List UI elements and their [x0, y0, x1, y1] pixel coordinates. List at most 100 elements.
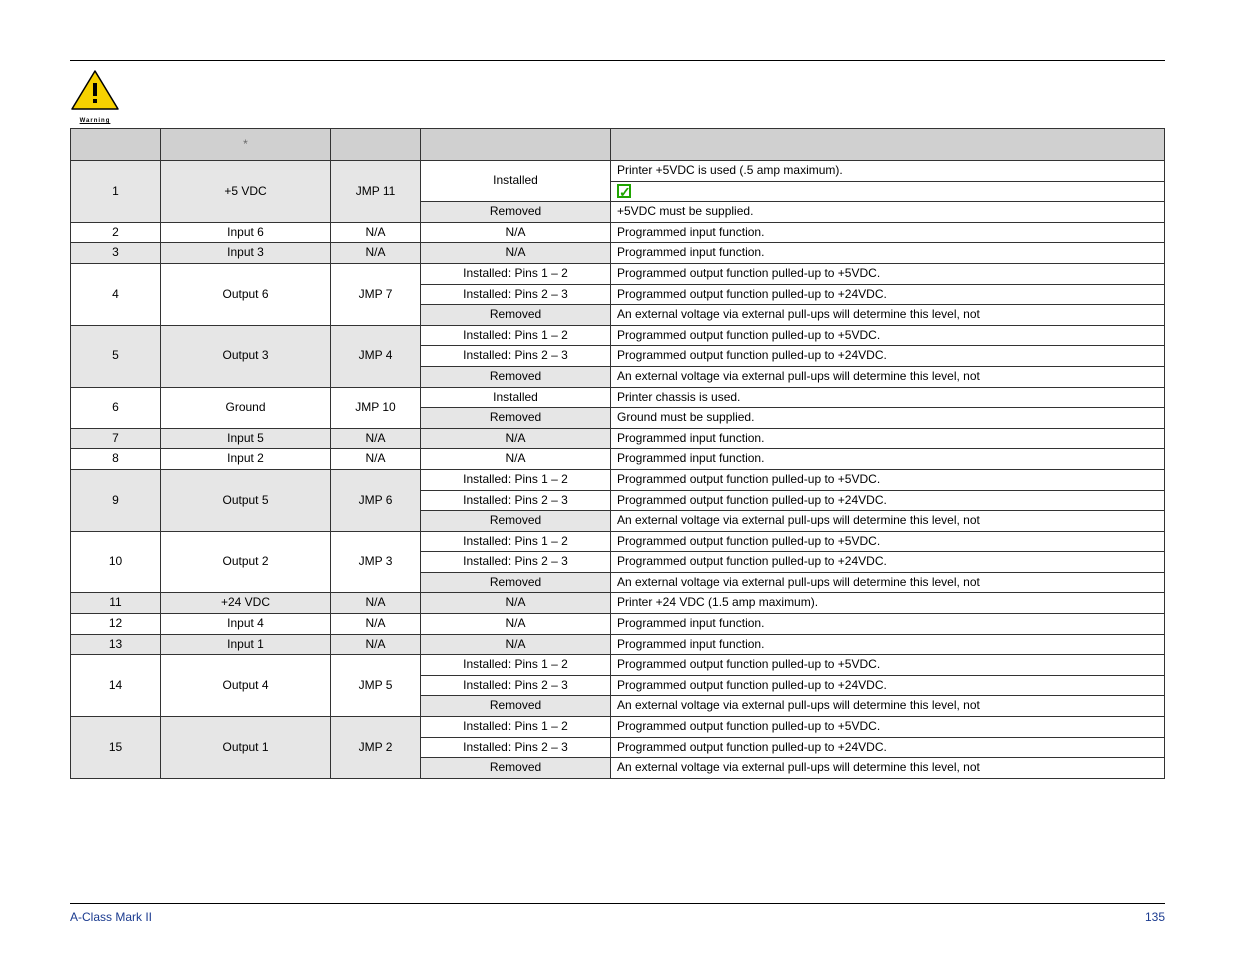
cell-jumper: N/A — [331, 222, 421, 243]
cell-position: Removed — [421, 366, 611, 387]
cell-position: Removed — [421, 408, 611, 429]
cell-position: N/A — [421, 634, 611, 655]
cell-position: N/A — [421, 222, 611, 243]
cell-position: Removed — [421, 758, 611, 779]
cell-signal: Input 3 — [161, 243, 331, 264]
cell-description: Programmed output function pulled-up to … — [611, 552, 1165, 573]
table-row: 8Input 2N/AN/AProgrammed input function. — [71, 449, 1165, 470]
cell-position: Installed: Pins 2 – 3 — [421, 552, 611, 573]
cell-pin: 8 — [71, 449, 161, 470]
cell-pin: 12 — [71, 614, 161, 635]
top-rule — [70, 60, 1165, 61]
table-row: 13Input 1N/AN/AProgrammed input function… — [71, 634, 1165, 655]
cell-description: Programmed output function pulled-up to … — [611, 263, 1165, 284]
cell-jumper: N/A — [331, 593, 421, 614]
cell-description: Programmed output function pulled-up to … — [611, 490, 1165, 511]
cell-description: Programmed output function pulled-up to … — [611, 346, 1165, 367]
table-row: 7Input 5N/AN/AProgrammed input function. — [71, 428, 1165, 449]
cell-description: Ground must be supplied. — [611, 408, 1165, 429]
cell-position: Installed: Pins 1 – 2 — [421, 469, 611, 490]
cell-description: Printer chassis is used. — [611, 387, 1165, 408]
cell-description: Programmed input function. — [611, 614, 1165, 635]
warning-block: Warning — [70, 69, 1165, 124]
warning-label: Warning — [70, 118, 120, 124]
cell-signal: Output 6 — [161, 263, 331, 325]
cell-jumper: N/A — [331, 449, 421, 470]
hdr-pin — [71, 129, 161, 161]
cell-jumper: N/A — [331, 428, 421, 449]
cell-pin: 6 — [71, 387, 161, 428]
cell-position: N/A — [421, 243, 611, 264]
table-row: 12Input 4N/AN/AProgrammed input function… — [71, 614, 1165, 635]
hdr-jumper — [331, 129, 421, 161]
cell-position: Installed: Pins 2 – 3 — [421, 284, 611, 305]
page-footer: A-Class Mark II 135 — [70, 903, 1165, 924]
cell-pin: 9 — [71, 469, 161, 531]
table-row: 5Output 3JMP 4Installed: Pins 1 – 2Progr… — [71, 325, 1165, 346]
cell-signal: Output 3 — [161, 325, 331, 387]
cell-position: Installed: Pins 1 – 2 — [421, 655, 611, 676]
hdr-desc — [611, 129, 1165, 161]
cell-position: Installed: Pins 2 – 3 — [421, 737, 611, 758]
cell-pin: 5 — [71, 325, 161, 387]
cell-signal: +5 VDC — [161, 161, 331, 223]
cell-description: Programmed input function. — [611, 428, 1165, 449]
cell-jumper: N/A — [331, 614, 421, 635]
cell-position: Installed: Pins 1 – 2 — [421, 531, 611, 552]
cell-description: Programmed output function pulled-up to … — [611, 284, 1165, 305]
cell-description: Printer +24 VDC (1.5 amp maximum). — [611, 593, 1165, 614]
cell-description: Programmed output function pulled-up to … — [611, 717, 1165, 738]
cell-position: N/A — [421, 593, 611, 614]
pin-table: * 1+5 VDCJMP 11InstalledPrinter +5VDC is… — [70, 128, 1165, 779]
cell-jumper: JMP 11 — [331, 161, 421, 223]
cell-position: N/A — [421, 614, 611, 635]
table-row: 2Input 6N/AN/AProgrammed input function. — [71, 222, 1165, 243]
cell-pin: 2 — [71, 222, 161, 243]
cell-position: Installed: Pins 1 – 2 — [421, 717, 611, 738]
cell-description: +5VDC must be supplied. — [611, 202, 1165, 223]
cell-position: N/A — [421, 449, 611, 470]
cell-pin: 4 — [71, 263, 161, 325]
cell-description: Programmed output function pulled-up to … — [611, 469, 1165, 490]
cell-position: Removed — [421, 696, 611, 717]
table-row: 4Output 6JMP 7Installed: Pins 1 – 2Progr… — [71, 263, 1165, 284]
cell-signal: Input 1 — [161, 634, 331, 655]
table-row: 10Output 2JMP 3Installed: Pins 1 – 2Prog… — [71, 531, 1165, 552]
cell-position: Installed: Pins 1 – 2 — [421, 325, 611, 346]
cell-jumper: N/A — [331, 634, 421, 655]
cell-position: Removed — [421, 305, 611, 326]
cell-position: Installed — [421, 161, 611, 202]
cell-description: Programmed input function. — [611, 222, 1165, 243]
cell-description: An external voltage via external pull-up… — [611, 758, 1165, 779]
cell-description: Printer +5VDC is used (.5 amp maximum). — [611, 161, 1165, 182]
cell-pin: 3 — [71, 243, 161, 264]
cell-pin: 15 — [71, 717, 161, 779]
table-header-row: * — [71, 129, 1165, 161]
cell-jumper: JMP 7 — [331, 263, 421, 325]
cell-description: Programmed input function. — [611, 634, 1165, 655]
table-row: 3Input 3N/AN/AProgrammed input function. — [71, 243, 1165, 264]
cell-check — [611, 181, 1165, 202]
cell-position: Removed — [421, 511, 611, 532]
cell-jumper: JMP 5 — [331, 655, 421, 717]
cell-description: Programmed output function pulled-up to … — [611, 325, 1165, 346]
cell-pin: 1 — [71, 161, 161, 223]
table-row: 15Output 1JMP 2Installed: Pins 1 – 2Prog… — [71, 717, 1165, 738]
cell-pin: 11 — [71, 593, 161, 614]
cell-signal: Output 2 — [161, 531, 331, 593]
cell-signal: Input 5 — [161, 428, 331, 449]
hdr-signal: * — [161, 129, 331, 161]
table-row: 6GroundJMP 10InstalledPrinter chassis is… — [71, 387, 1165, 408]
cell-jumper: JMP 3 — [331, 531, 421, 593]
cell-jumper: JMP 4 — [331, 325, 421, 387]
cell-jumper: JMP 6 — [331, 469, 421, 531]
cell-description: Programmed output function pulled-up to … — [611, 737, 1165, 758]
cell-position: Installed: Pins 2 – 3 — [421, 490, 611, 511]
cell-description: Programmed output function pulled-up to … — [611, 531, 1165, 552]
cell-description: Programmed output function pulled-up to … — [611, 675, 1165, 696]
cell-description: An external voltage via external pull-up… — [611, 511, 1165, 532]
footer-page: 135 — [1145, 910, 1165, 924]
warning-icon — [70, 69, 120, 113]
cell-signal: Output 1 — [161, 717, 331, 779]
cell-position: Installed — [421, 387, 611, 408]
